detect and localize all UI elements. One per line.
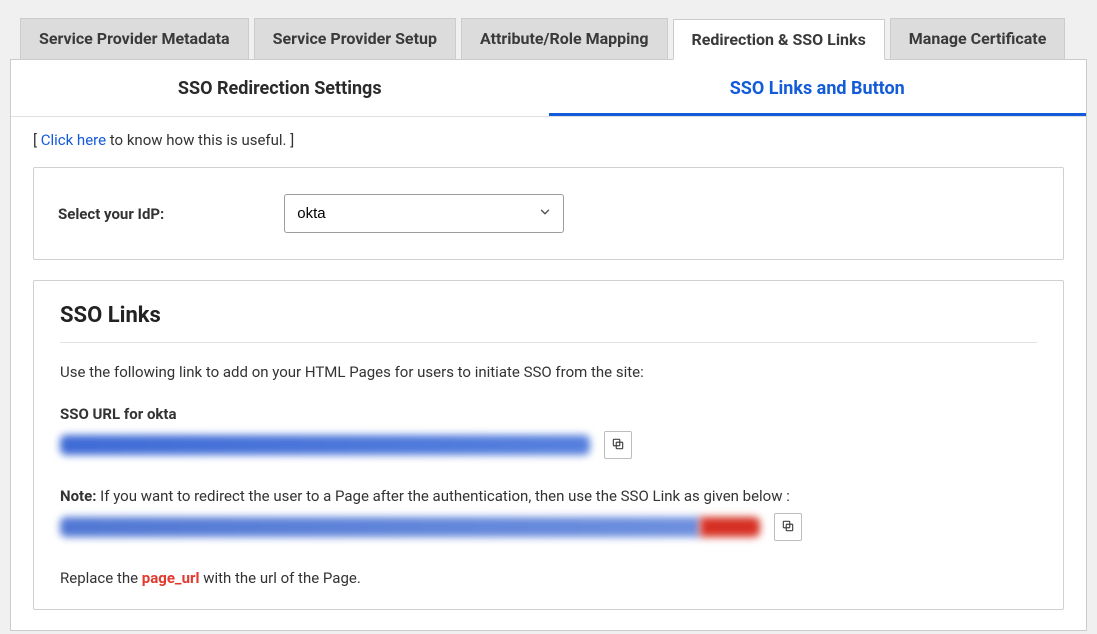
primary-tab-bar: Service Provider Metadata Service Provid… xyxy=(10,18,1087,59)
sso-links-title: SSO Links xyxy=(60,303,1037,343)
copy-sso-redirect-url-button[interactable] xyxy=(774,513,802,541)
sso-url-row xyxy=(60,431,1037,459)
replace-suffix: with the url of the Page. xyxy=(199,569,360,587)
hint-rest: to know how this is useful. ] xyxy=(106,131,294,149)
idp-select-wrap xyxy=(284,194,564,233)
sso-links-card: SSO Links Use the following link to add … xyxy=(33,280,1064,610)
tab-content-panel: SSO Redirection Settings SSO Links and B… xyxy=(10,59,1087,631)
note-prefix: Note: xyxy=(60,487,96,505)
idp-select-card: Select your IdP: xyxy=(33,167,1064,260)
copy-sso-url-button[interactable] xyxy=(604,431,632,459)
sub-tab-sso-links-and-button[interactable]: SSO Links and Button xyxy=(549,60,1087,116)
replace-prefix: Replace the xyxy=(60,569,142,587)
sub-tab-bar: SSO Redirection Settings SSO Links and B… xyxy=(11,60,1086,117)
idp-select-label: Select your IdP: xyxy=(58,205,164,223)
tab-service-provider-metadata[interactable]: Service Provider Metadata xyxy=(20,18,249,59)
copy-icon xyxy=(781,519,795,536)
tab-service-provider-setup[interactable]: Service Provider Setup xyxy=(254,18,456,59)
replace-line: Replace the page_url with the url of the… xyxy=(60,565,1037,591)
hint-row: [ Click here to know how this is useful.… xyxy=(11,117,1086,157)
idp-select[interactable] xyxy=(284,194,564,233)
tab-redirection-sso-links[interactable]: Redirection & SSO Links xyxy=(673,19,885,60)
note-line: Note: If you want to redirect the user t… xyxy=(60,483,1037,509)
sso-url-redacted xyxy=(60,435,590,455)
sso-links-description: Use the following link to add on your HT… xyxy=(60,353,1037,399)
sub-tab-sso-redirection-settings[interactable]: SSO Redirection Settings xyxy=(11,60,549,116)
copy-icon xyxy=(611,437,625,454)
tab-attribute-role-mapping[interactable]: Attribute/Role Mapping xyxy=(461,18,668,59)
sso-redirect-url-row xyxy=(60,513,1037,541)
note-rest: If you want to redirect the user to a Pa… xyxy=(96,487,789,505)
hint-bracket-open: [ xyxy=(33,131,41,149)
tab-manage-certificate[interactable]: Manage Certificate xyxy=(890,18,1066,59)
click-here-link[interactable]: Click here xyxy=(41,131,106,149)
sso-redirect-url-redacted xyxy=(60,517,760,537)
sso-url-label: SSO URL for okta xyxy=(60,399,1037,427)
page-url-token: page_url xyxy=(142,569,200,587)
